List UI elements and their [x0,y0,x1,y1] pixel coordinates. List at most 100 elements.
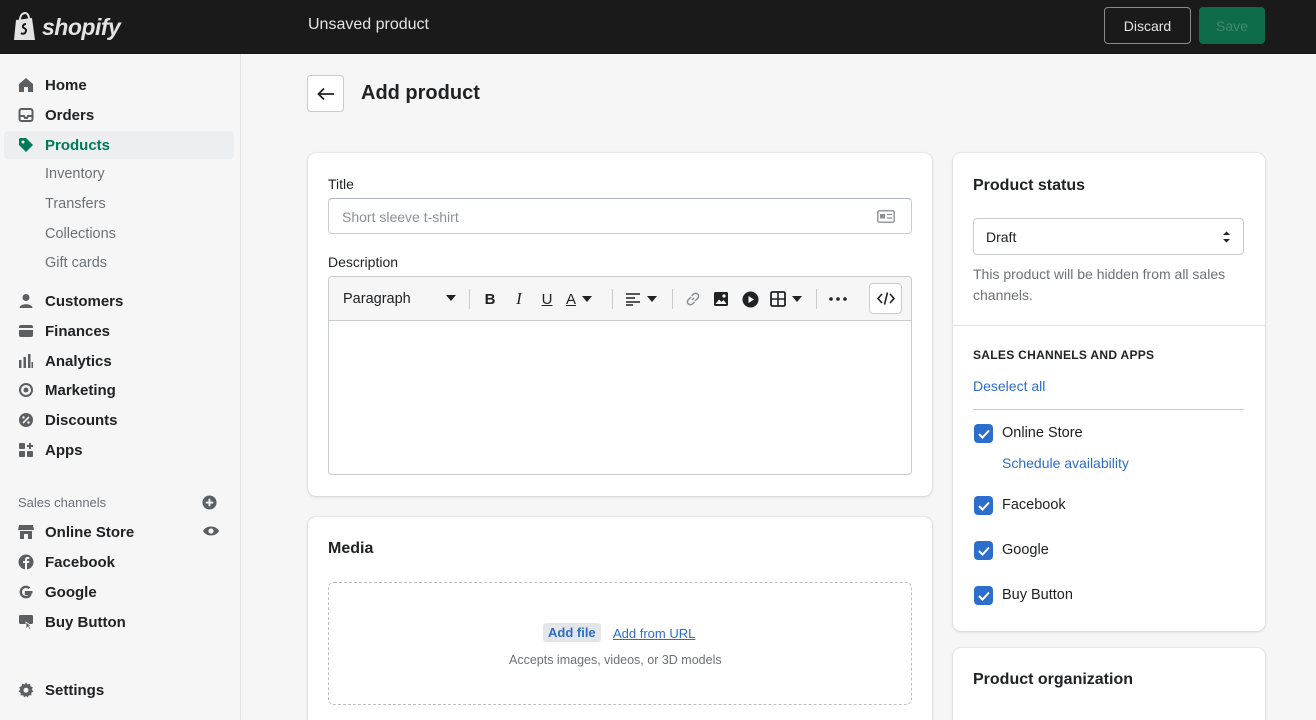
facebook-checkbox[interactable] [974,496,993,515]
eye-icon[interactable] [202,524,220,543]
gear-icon [17,681,35,699]
google-checkbox[interactable] [974,541,993,560]
sidebar-item-home[interactable]: Home [4,71,234,99]
sidebar-item-products[interactable]: Products [4,131,234,159]
autofill-card-icon[interactable] [877,210,895,228]
shopify-logo[interactable]: shopify [12,12,121,42]
sidebar-item-label: Facebook [45,553,116,571]
sidebar-item-label: Customers [45,292,124,310]
underline-icon[interactable]: U [537,288,557,310]
status-select[interactable]: Draft [973,218,1244,255]
product-status-title: Product status [973,177,1086,194]
format-label: Paragraph [343,291,411,307]
page-title: Add product [361,82,480,104]
sidebar-item-google[interactable]: Google [4,578,234,606]
sidebar-item-online-store[interactable]: Online Store [4,518,234,546]
back-button[interactable] [307,75,344,112]
bold-icon[interactable]: B [480,288,500,310]
more-icon[interactable] [827,288,849,310]
facebook-icon [17,553,35,571]
caret-down-icon [446,295,456,301]
toolbar-divider [469,289,470,309]
add-from-url-link[interactable]: Add from URL [613,626,695,641]
sidebar-item-label: Google [45,583,97,601]
description-label: Description [328,254,399,270]
editor-toolbar: Paragraph B I U A [329,277,911,321]
toolbar-divider [672,289,673,309]
buy-button-label: Buy Button [1002,587,1073,603]
shopify-bag-icon [14,12,35,40]
media-title: Media [328,540,374,557]
person-icon [17,292,35,310]
sidebar-item-label: Inventory [45,166,105,182]
description-editor[interactable]: Paragraph B I U A [328,276,912,475]
sidebar-item-orders[interactable]: Orders [4,101,234,129]
sidebar-item-facebook[interactable]: Facebook [4,548,234,576]
table-icon[interactable] [770,288,806,310]
target-icon [17,381,35,399]
title-input[interactable]: Short sleeve t-shirt [328,198,912,234]
tag-icon [17,136,35,154]
html-code-icon[interactable] [869,283,902,314]
google-icon [17,583,35,601]
product-organization-title: Product organization [973,671,1133,688]
image-icon[interactable] [711,288,731,310]
sidebar-item-settings[interactable]: Settings [4,676,234,704]
sidebar-item-customers[interactable]: Customers [4,287,234,315]
sidebar-item-label: Online Store [45,523,135,541]
discard-button[interactable]: Discard [1104,7,1191,44]
format-select[interactable]: Paragraph [343,288,461,310]
toolbar-divider [816,289,817,309]
sidebar-item-discounts[interactable]: Discounts [4,406,234,434]
google-label: Google [1002,542,1049,558]
add-channel-icon[interactable] [202,495,217,515]
store-icon [17,523,35,541]
schedule-availability-link[interactable]: Schedule availability [1002,455,1129,471]
deselect-all-link[interactable]: Deselect all [973,378,1045,394]
sidebar-item-buy-button[interactable]: Buy Button [4,608,234,636]
apps-icon [17,441,35,459]
sidebar-item-transfers[interactable]: Transfers [4,190,234,218]
sidebar-item-analytics[interactable]: Analytics [4,347,234,375]
align-icon[interactable] [625,288,661,310]
arrow-left-icon [316,87,334,100]
unsaved-title: Unsaved product [308,16,429,33]
sidebar-item-apps[interactable]: Apps [4,436,234,464]
media-dropzone[interactable] [328,582,912,705]
sidebar-item-label: Home [45,76,87,94]
sidebar-item-collections[interactable]: Collections [4,220,234,248]
toolbar-divider [612,289,613,309]
buy-button-checkbox[interactable] [974,586,993,605]
sidebar-item-label: Buy Button [45,613,126,631]
video-icon[interactable] [740,288,760,310]
online-store-checkbox[interactable] [974,424,993,443]
sales-channels-heading: SALES CHANNELS AND APPS [973,348,1155,362]
sidebar-item-finances[interactable]: Finances [4,317,234,345]
sidebar-item-label: Transfers [45,196,106,212]
sidebar-item-label: Gift cards [45,255,108,271]
title-label: Title [328,176,354,192]
card-section-divider [953,325,1265,326]
channels-divider [973,409,1244,410]
italic-icon[interactable]: I [509,288,529,310]
top-bar: shopify Unsaved product Discard Save [0,0,1316,54]
status-help-text: This product will be hidden from all sal… [973,266,1226,303]
sidebar-item-label: Analytics [45,352,112,370]
discount-icon [17,411,35,429]
sales-channels-label: Sales channels [18,495,107,510]
sidebar-item-label: Products [45,136,111,154]
media-hint: Accepts images, videos, or 3D models [509,653,722,667]
sidebar-item-label: Marketing [45,381,116,399]
orders-icon [17,106,35,124]
sidebar-item-label: Orders [45,106,95,124]
text-color-icon[interactable]: A [566,288,600,310]
sidebar-item-inventory[interactable]: Inventory [4,160,234,188]
sidebar-item-marketing[interactable]: Marketing [4,376,234,404]
link-icon[interactable] [683,288,703,310]
save-button[interactable]: Save [1199,7,1265,44]
select-caret-icon [1223,231,1230,243]
finances-icon [17,322,35,340]
online-store-label: Online Store [1002,425,1083,441]
add-file-button[interactable]: Add file [543,623,601,642]
sidebar-item-gift-cards[interactable]: Gift cards [4,249,234,277]
